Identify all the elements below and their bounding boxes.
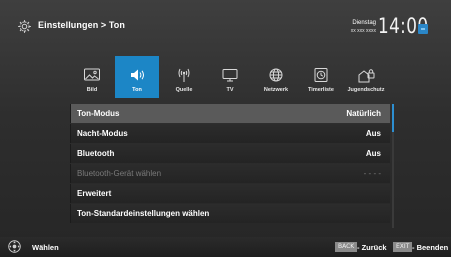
- category-label: Jugendschutz: [347, 87, 385, 93]
- breadcrumb: Einstellungen > Ton: [38, 20, 125, 30]
- gear-icon: [18, 20, 31, 33]
- settings-list: Ton-Modus Natürlich Nacht-Modus Aus Blue…: [70, 104, 390, 224]
- category-jugendschutz[interactable]: Jugendschutz: [344, 56, 388, 98]
- menu-item-label: Bluetooth-Gerät wählen: [77, 169, 162, 178]
- info-indicator-icon: [418, 24, 428, 34]
- menu-item-value: - - - -: [363, 169, 381, 178]
- category-tv[interactable]: TV: [208, 56, 252, 98]
- menu-item-label: Bluetooth: [77, 149, 115, 158]
- menu-item-erweitert[interactable]: Erweitert: [70, 184, 390, 203]
- tv-screen: Einstellungen > Ton Dienstag xx xxx xxxx…: [0, 0, 451, 257]
- category-timerliste[interactable]: Timerliste: [299, 56, 343, 98]
- category-bild[interactable]: Bild: [70, 56, 114, 98]
- category-quelle[interactable]: Quelle: [162, 56, 206, 98]
- menu-item-label: Ton-Standardeinstellungen wählen: [77, 209, 210, 218]
- menu-item-bluetooth[interactable]: Bluetooth Aus: [70, 144, 390, 163]
- exit-label: - Beenden: [412, 243, 449, 252]
- category-label: Quelle: [175, 87, 193, 93]
- category-ton[interactable]: Ton: [115, 56, 159, 98]
- picture-icon: [84, 68, 100, 81]
- menu-item-value: Aus: [365, 129, 381, 138]
- back-key[interactable]: BACK: [335, 242, 358, 252]
- menu-item-label: Nacht-Modus: [77, 129, 128, 138]
- category-netzwerk[interactable]: Netzwerk: [254, 56, 298, 98]
- navigation-pad-icon: [8, 240, 21, 253]
- menu-item-label: Ton-Modus: [77, 109, 120, 118]
- footer-bar: Wählen BACK - Zurück EXIT - Beenden: [0, 237, 451, 257]
- date-display: Dienstag xx xxx xxxx: [338, 19, 376, 35]
- parental-lock-icon: [358, 69, 375, 83]
- tv-icon: [222, 69, 238, 82]
- menu-item-value: Aus: [365, 149, 381, 158]
- globe-icon: [269, 68, 283, 82]
- category-label: Netzwerk: [263, 87, 289, 93]
- category-label: Ton: [132, 87, 142, 93]
- menu-item-bluetooth-geraet: Bluetooth-Gerät wählen - - - -: [70, 164, 390, 183]
- menu-item-label: Erweitert: [77, 189, 112, 198]
- menu-item-value: Natürlich: [346, 109, 381, 118]
- category-label: Timerliste: [308, 87, 334, 93]
- back-label: - Zurück: [357, 243, 387, 252]
- scrollbar-thumb[interactable]: [392, 104, 394, 132]
- menu-item-ton-modus[interactable]: Ton-Modus Natürlich: [70, 104, 390, 123]
- exit-key[interactable]: EXIT: [393, 242, 413, 252]
- menu-item-ton-standard[interactable]: Ton-Standardeinstellungen wählen: [70, 204, 390, 223]
- select-hint: Wählen: [32, 243, 59, 252]
- date-text: xx xxx xxxx: [350, 28, 376, 34]
- antenna-icon: [178, 68, 190, 82]
- header: Einstellungen > Ton Dienstag xx xxx xxxx…: [0, 0, 451, 55]
- day-name: Dienstag: [352, 20, 376, 26]
- speaker-icon: [131, 69, 144, 81]
- category-label: Bild: [86, 87, 98, 93]
- menu-item-nacht-modus[interactable]: Nacht-Modus Aus: [70, 124, 390, 143]
- category-label: TV: [226, 87, 234, 93]
- category-bar: Bild Ton Quelle TV Netzwerk Timerliste J…: [70, 56, 388, 98]
- timer-icon: [314, 68, 328, 82]
